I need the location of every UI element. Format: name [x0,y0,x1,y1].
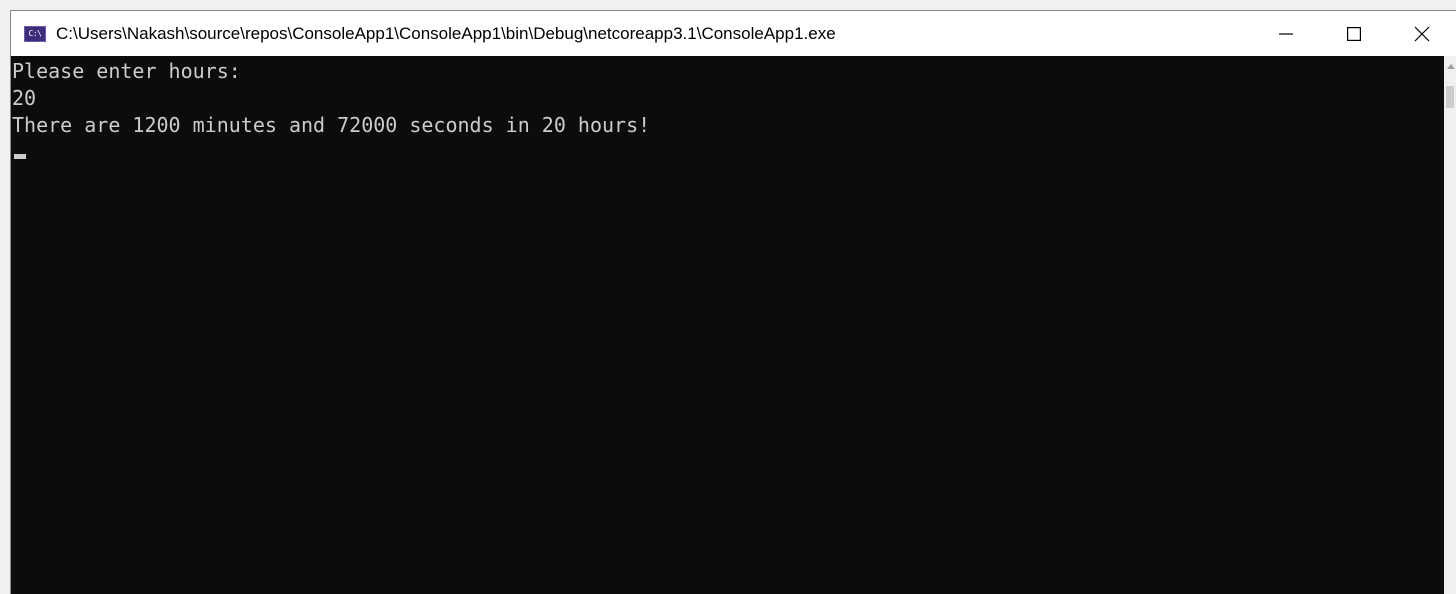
console-app-icon[interactable]: C:\ [24,25,46,42]
console-output[interactable]: Please enter hours: 20 There are 1200 mi… [11,56,1444,594]
console-line: 20 [12,86,37,110]
window-controls [1252,11,1456,56]
title-bar[interactable]: C:\ C:\Users\Nakash\source\repos\Console… [11,11,1456,56]
text-cursor [14,154,26,159]
minimize-icon [1279,27,1293,41]
vertical-scrollbar[interactable] [1444,56,1456,594]
console-line: There are 1200 minutes and 72000 seconds… [12,113,651,137]
window-title: C:\Users\Nakash\source\repos\ConsoleApp1… [56,23,836,43]
close-button[interactable] [1388,11,1456,56]
minimize-button[interactable] [1252,11,1320,56]
maximize-button[interactable] [1320,11,1388,56]
close-icon [1414,26,1430,42]
scroll-thumb[interactable] [1446,86,1454,108]
console-line: Please enter hours: [12,59,241,83]
cursor-line [12,139,1444,166]
maximize-icon [1347,26,1361,41]
scroll-up-arrow-icon[interactable] [1447,64,1455,69]
console-window: C:\ C:\Users\Nakash\source\repos\Console… [10,10,1456,594]
